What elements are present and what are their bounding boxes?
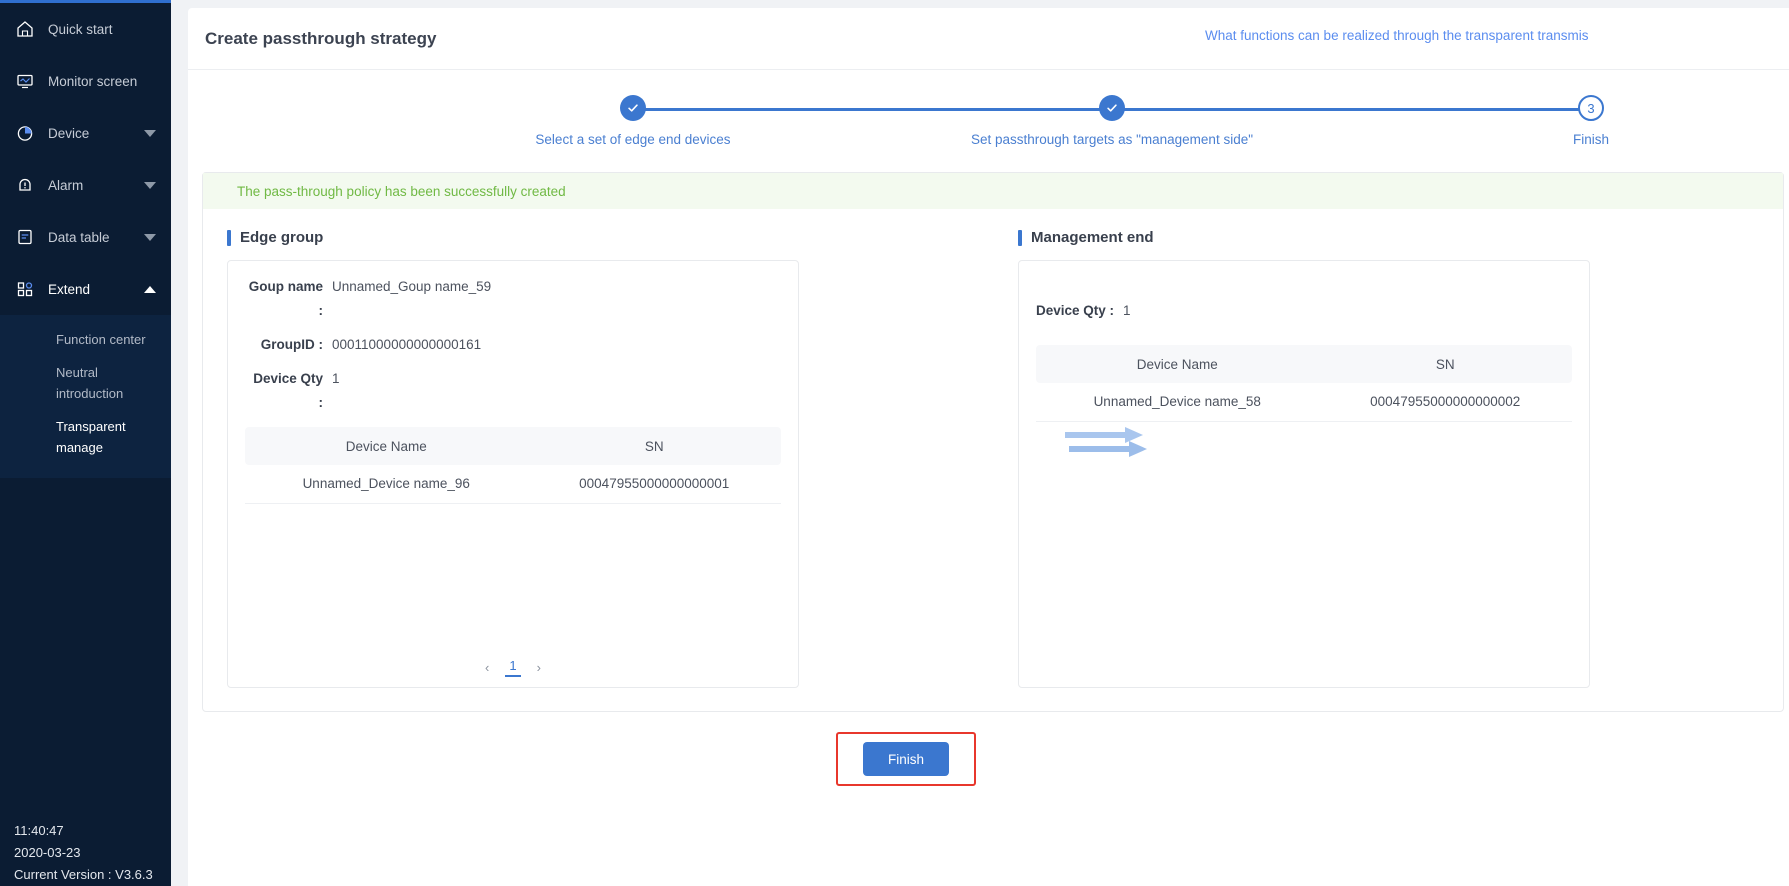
sidebar-footer: 11:40:47 2020-03-23 Current Version : V3… bbox=[14, 820, 153, 886]
step-3-number: 3 bbox=[1578, 95, 1604, 121]
clock-date: 2020-03-23 bbox=[14, 845, 81, 860]
main-content: Create passthrough strategy What functio… bbox=[171, 0, 1789, 886]
pie-chart-icon bbox=[14, 122, 36, 144]
result-content-box: The pass-through policy has been success… bbox=[202, 172, 1784, 712]
table-header-row: Device Name SN bbox=[245, 427, 781, 465]
chevron-down-icon bbox=[141, 233, 159, 241]
edge-group-field-groupid-key: GroupID : bbox=[260, 337, 323, 352]
grid-apps-icon bbox=[14, 278, 36, 300]
alarm-bell-icon bbox=[14, 174, 36, 196]
sidebar-submenu-extend: Function center Neutral introduction Tra… bbox=[0, 315, 171, 478]
management-end-field-device-qty: Device Qty : 1 bbox=[1036, 299, 1572, 323]
sidebar-item-alarm[interactable]: Alarm bbox=[0, 159, 171, 211]
management-end-device-table: Device Name SN Unnamed_Device name_58 00… bbox=[1036, 345, 1572, 422]
monitor-icon bbox=[14, 70, 36, 92]
management-end-panel: Management end Device Qty : 1 Device Nam bbox=[1018, 229, 1590, 688]
home-icon bbox=[14, 18, 36, 40]
sidebar-item-label: Data table bbox=[48, 229, 110, 245]
edge-group-field-groupid: GroupID : 00011000000000000161 bbox=[245, 333, 781, 357]
step-3[interactable]: 3 Finish bbox=[1511, 95, 1671, 147]
pagination-next-icon[interactable]: › bbox=[537, 660, 541, 675]
cell-sn: 00047955000000000002 bbox=[1318, 383, 1572, 422]
step-2-check-icon bbox=[1099, 95, 1125, 121]
sidebar-item-label: Monitor screen bbox=[48, 73, 138, 89]
app-root: Quick start Monitor screen Device Alarm bbox=[0, 0, 1789, 886]
footer-actions: Finish bbox=[188, 730, 1789, 826]
edge-group-field-name-key: Goup name : bbox=[248, 279, 323, 318]
sidebar: Quick start Monitor screen Device Alarm bbox=[0, 0, 171, 886]
sidebar-item-monitor-screen[interactable]: Monitor screen bbox=[0, 55, 171, 107]
sidebar-subitem-label: Neutral introduction bbox=[56, 365, 124, 401]
edge-group-title: Edge group bbox=[227, 229, 799, 246]
page-card: Create passthrough strategy What functio… bbox=[188, 8, 1789, 886]
pagination-page-1[interactable]: 1 bbox=[505, 658, 521, 677]
sidebar-item-label: Alarm bbox=[48, 177, 84, 193]
step-2[interactable]: Set passthrough targets as "management s… bbox=[971, 95, 1253, 147]
sidebar-subitem-transparent-manage[interactable]: Transparent manage bbox=[0, 410, 171, 464]
chevron-down-icon bbox=[141, 181, 159, 189]
column-header-sn: SN bbox=[527, 427, 781, 465]
table-header-row: Device Name SN bbox=[1036, 345, 1572, 383]
table-document-icon bbox=[14, 226, 36, 248]
panels-row: Edge group Goup name : Unnamed_Goup name… bbox=[203, 209, 1783, 688]
management-end-field-device-qty-key: Device Qty : bbox=[1036, 303, 1115, 318]
sidebar-item-device[interactable]: Device bbox=[0, 107, 171, 159]
management-end-field-device-qty-value: 1 bbox=[1123, 303, 1131, 318]
success-banner-text: The pass-through policy has been success… bbox=[237, 183, 566, 199]
management-end-title-text: Management end bbox=[1031, 229, 1154, 246]
sidebar-subitem-label: Transparent manage bbox=[56, 419, 126, 455]
edge-group-device-table: Device Name SN Unnamed_Device name_96 00… bbox=[245, 427, 781, 504]
sidebar-item-label: Quick start bbox=[48, 21, 113, 37]
sidebar-item-label: Device bbox=[48, 125, 90, 141]
sidebar-item-label: Extend bbox=[48, 281, 91, 297]
success-banner: The pass-through policy has been success… bbox=[203, 173, 1783, 209]
step-2-label: Set passthrough targets as "management s… bbox=[971, 132, 1253, 147]
edge-group-field-device-qty-key: Device Qty : bbox=[253, 371, 323, 410]
stepper: Select a set of edge end devices Set pas… bbox=[188, 82, 1789, 164]
cell-device-name: Unnamed_Device name_58 bbox=[1036, 383, 1319, 422]
column-header-device-name: Device Name bbox=[1036, 345, 1319, 383]
table-row[interactable]: Unnamed_Device name_96 00047955000000000… bbox=[245, 465, 781, 504]
finish-button-highlight: Finish bbox=[836, 732, 976, 786]
page-header: Create passthrough strategy What functio… bbox=[188, 8, 1789, 70]
step-1[interactable]: Select a set of edge end devices bbox=[535, 95, 731, 147]
edge-group-field-name-value: Unnamed_Goup name_59 bbox=[332, 279, 492, 294]
edge-group-panel: Edge group Goup name : Unnamed_Goup name… bbox=[227, 229, 799, 688]
edge-group-title-text: Edge group bbox=[240, 229, 324, 246]
edge-group-field-device-qty-value: 1 bbox=[332, 371, 340, 386]
sidebar-item-data-table[interactable]: Data table bbox=[0, 211, 171, 263]
title-accent-bar bbox=[1018, 229, 1022, 246]
sidebar-subitem-neutral-introduction[interactable]: Neutral introduction bbox=[0, 356, 171, 410]
chevron-up-icon bbox=[141, 285, 159, 293]
sidebar-subitem-label: Function center bbox=[56, 332, 146, 347]
chevron-down-icon bbox=[141, 129, 159, 137]
page-title: Create passthrough strategy bbox=[205, 28, 437, 48]
clock-time: 11:40:47 bbox=[14, 823, 64, 838]
table-row[interactable]: Unnamed_Device name_58 00047955000000000… bbox=[1036, 383, 1572, 422]
help-link[interactable]: What functions can be realized through t… bbox=[1205, 28, 1588, 43]
sidebar-item-quick-start[interactable]: Quick start bbox=[0, 3, 171, 55]
finish-button[interactable]: Finish bbox=[863, 742, 949, 776]
edge-group-field-name: Goup name : Unnamed_Goup name_59 bbox=[245, 275, 781, 323]
edge-group-field-device-qty: Device Qty : 1 bbox=[245, 367, 781, 415]
cell-device-name: Unnamed_Device name_96 bbox=[245, 465, 528, 504]
edge-group-pagination: ‹ 1 › bbox=[228, 658, 798, 677]
step-1-label: Select a set of edge end devices bbox=[535, 132, 731, 147]
edge-group-body: Goup name : Unnamed_Goup name_59 GroupID… bbox=[227, 260, 799, 688]
step-3-label: Finish bbox=[1572, 132, 1609, 147]
title-accent-bar bbox=[227, 229, 231, 246]
column-header-device-name: Device Name bbox=[245, 427, 528, 465]
management-end-body: Device Qty : 1 Device Name SN Unnamed_De… bbox=[1018, 260, 1590, 688]
column-header-sn: SN bbox=[1318, 345, 1572, 383]
management-end-title: Management end bbox=[1018, 229, 1590, 246]
cell-sn: 00047955000000000001 bbox=[527, 465, 781, 504]
pagination-prev-icon[interactable]: ‹ bbox=[485, 660, 489, 675]
edge-group-field-groupid-value: 00011000000000000161 bbox=[332, 337, 482, 352]
version-label: Current Version : V3.6.3 bbox=[14, 867, 153, 882]
sidebar-subitem-function-center[interactable]: Function center bbox=[0, 323, 171, 356]
sidebar-item-extend[interactable]: Extend bbox=[0, 263, 171, 315]
step-1-check-icon bbox=[620, 95, 646, 121]
